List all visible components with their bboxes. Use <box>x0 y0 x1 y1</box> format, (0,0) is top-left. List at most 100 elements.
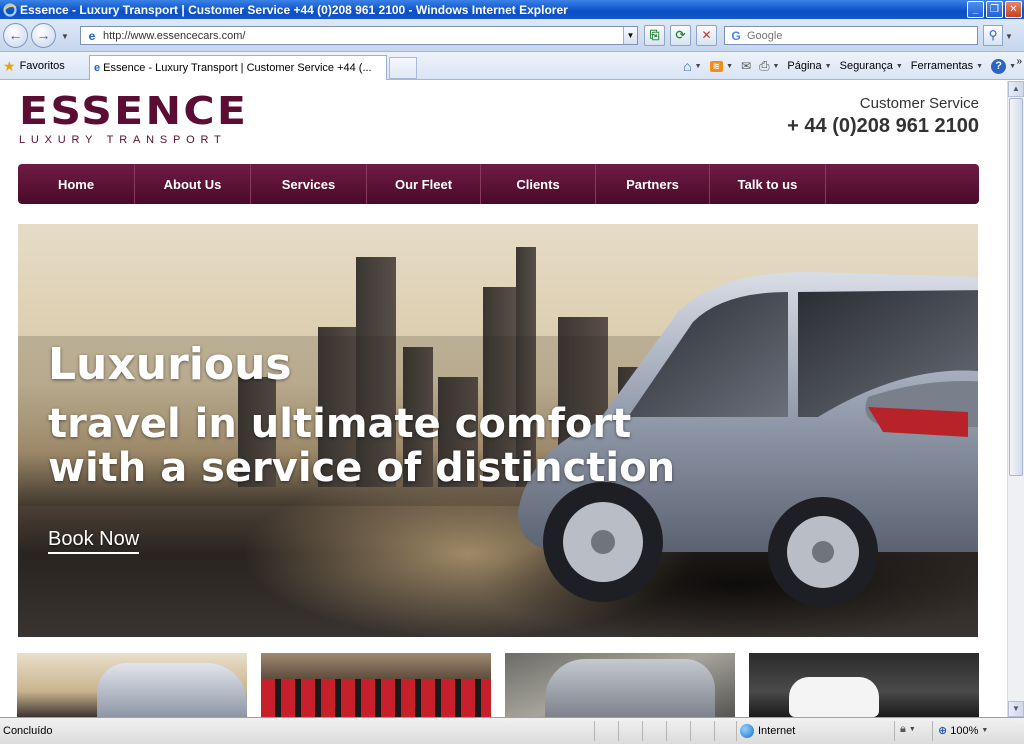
stop-button[interactable]: ✕ <box>696 25 717 46</box>
security-menu[interactable]: Segurança ▼ <box>840 60 903 72</box>
chevron-down-icon: ▼ <box>981 727 989 734</box>
compatibility-view-button[interactable]: ⎘ <box>644 25 665 46</box>
status-divider <box>642 721 643 741</box>
thumbnail-chauffeur-glove[interactable] <box>749 653 979 717</box>
minimize-button[interactable]: _ <box>967 1 984 18</box>
maximize-button[interactable]: ❐ <box>986 1 1003 18</box>
search-options-dropdown[interactable]: ▼ <box>1005 32 1013 41</box>
nav-services[interactable]: Services <box>251 164 367 204</box>
print-button[interactable]: ⎙ ▼ <box>759 58 779 74</box>
recent-pages-dropdown[interactable]: ▼ <box>61 32 69 41</box>
new-tab-button[interactable] <box>389 57 417 79</box>
feeds-button[interactable]: ≋ ▼ <box>709 60 733 72</box>
window-title: Essence - Luxury Transport | Customer Se… <box>20 2 568 17</box>
customer-service-phone: + 44 (0)208 961 2100 <box>787 115 979 137</box>
nav-talk-to-us[interactable]: Talk to us <box>710 164 826 204</box>
security-zone[interactable]: Internet <box>740 724 795 738</box>
scroll-down-icon[interactable]: ▼ <box>1008 701 1024 717</box>
guards-silhouette <box>261 679 491 717</box>
search-button[interactable]: ⚲ <box>983 25 1003 46</box>
nav-partners[interactable]: Partners <box>596 164 710 204</box>
url-input[interactable] <box>103 29 623 42</box>
site-logo[interactable]: ESSENCE LUXURY TRANSPORT <box>19 91 246 146</box>
glove-silhouette <box>789 677 879 717</box>
status-text: Concluído <box>3 725 53 737</box>
mail-button[interactable]: ✉ <box>741 59 751 73</box>
book-now-link[interactable]: Book Now <box>48 528 140 554</box>
nav-home[interactable]: Home <box>18 164 135 204</box>
status-divider <box>666 721 667 741</box>
hero-banner: Luxurious travel in ultimate comfort wit… <box>18 224 978 637</box>
chevron-down-icon: ▼ <box>976 62 984 70</box>
command-bar: ★ Favoritos e Essence - Luxury Transport… <box>0 52 1024 80</box>
search-icon: ⚲ <box>988 28 998 42</box>
zone-label: Internet <box>758 725 796 737</box>
feature-thumbnails <box>17 653 979 717</box>
thumbnail-car-city[interactable] <box>17 653 247 717</box>
customer-service-label: Customer Service <box>859 95 979 112</box>
van-silhouette <box>545 659 715 717</box>
address-field[interactable]: e ▼ <box>80 26 638 45</box>
status-divider <box>894 721 895 741</box>
chevron-down-icon: ▼ <box>1009 62 1016 70</box>
forward-button[interactable]: → <box>31 23 56 48</box>
back-button[interactable]: ← <box>3 23 28 48</box>
refresh-icon: ⟳ <box>675 28 686 42</box>
zoom-button[interactable]: ⊕ 100% ▼ <box>938 724 989 738</box>
tools-menu[interactable]: Ferramentas ▼ <box>911 60 983 72</box>
page-viewport: ESSENCE LUXURY TRANSPORT Customer Servic… <box>0 81 1007 717</box>
hero-headline-block: Luxurious travel in ultimate comfort wit… <box>48 339 675 491</box>
back-arrow-icon: ← <box>8 27 23 43</box>
status-divider <box>618 721 619 741</box>
car-silhouette <box>97 663 247 717</box>
favorites-label: Favoritos <box>19 60 65 72</box>
page-menu-label: Página <box>787 60 822 72</box>
address-toolbar: ← → ▼ e ▼ ⎘ ⟳ ✕ G ⚲ ▼ <box>0 19 1024 52</box>
nav-clients[interactable]: Clients <box>481 164 596 204</box>
tab-title: Essence - Luxury Transport | Customer Se… <box>103 62 372 74</box>
status-divider <box>690 721 691 741</box>
favorites-button[interactable]: ★ Favoritos <box>3 56 65 76</box>
zoom-level: 100% <box>950 724 979 737</box>
google-icon: G <box>731 28 741 43</box>
star-icon: ★ <box>3 57 16 74</box>
browser-tab[interactable]: e Essence - Luxury Transport | Customer … <box>89 55 387 80</box>
status-divider <box>714 721 715 741</box>
thumbnail-van[interactable] <box>505 653 735 717</box>
page-menu[interactable]: Página ▼ <box>787 60 831 72</box>
protected-mode-button[interactable]: 🔒︎ ▼ <box>900 723 916 736</box>
close-window-button[interactable]: ✕ <box>1005 1 1022 18</box>
mail-icon: ✉ <box>741 59 752 73</box>
scroll-up-icon[interactable]: ▲ <box>1008 81 1024 97</box>
stop-icon: ✕ <box>701 28 712 42</box>
ie-page-icon: e <box>94 62 101 74</box>
vertical-scrollbar[interactable]: ▲ ▼ <box>1007 81 1024 717</box>
chevron-down-icon: ▼ <box>772 62 780 70</box>
address-dropdown-icon[interactable]: ▼ <box>623 27 637 44</box>
logo-tagline: LUXURY TRANSPORT <box>19 134 227 146</box>
security-menu-label: Segurança <box>839 60 893 72</box>
chevron-down-icon: ▼ <box>895 62 903 70</box>
refresh-button[interactable]: ⟳ <box>670 25 691 46</box>
nav-our-fleet[interactable]: Our Fleet <box>367 164 481 204</box>
help-menu[interactable]: ? ▼ <box>991 58 1016 74</box>
help-icon: ? <box>991 58 1007 74</box>
forward-arrow-icon: → <box>36 27 51 43</box>
search-input[interactable] <box>747 29 977 42</box>
hero-title: Luxurious <box>48 339 292 390</box>
home-icon: ⌂ <box>683 58 692 74</box>
search-field[interactable]: G <box>724 26 978 45</box>
zoom-icon: ⊕ <box>938 725 948 737</box>
home-button[interactable]: ⌂ ▼ <box>683 58 701 74</box>
rss-icon: ≋ <box>709 60 724 72</box>
nav-about-us[interactable]: About Us <box>135 164 251 204</box>
main-nav: Home About Us Services Our Fleet Clients… <box>18 164 979 204</box>
chevron-down-icon: ▼ <box>726 62 733 70</box>
status-divider <box>932 721 933 741</box>
more-commands-icon[interactable]: » <box>1016 56 1022 67</box>
printer-icon: ⎙ <box>759 58 770 73</box>
thumbnail-royal-guards[interactable] <box>261 653 491 717</box>
chevron-down-icon: ▼ <box>824 62 832 70</box>
scrollbar-thumb[interactable] <box>1009 98 1023 476</box>
tools-menu-label: Ferramentas <box>910 60 974 72</box>
